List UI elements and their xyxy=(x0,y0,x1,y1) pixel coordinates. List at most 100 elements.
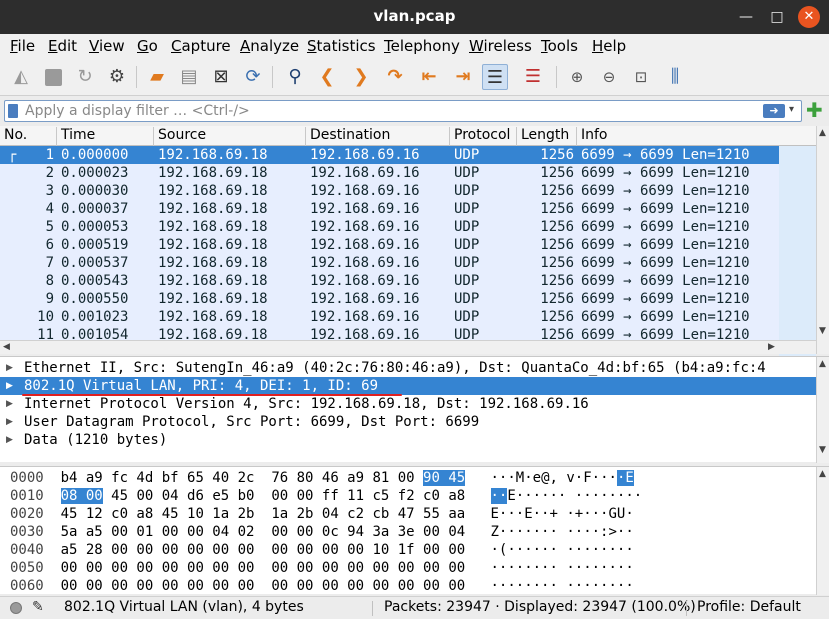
zoom-in-icon[interactable]: ⊕ xyxy=(564,64,590,90)
packet-row[interactable]: ┌ 1 0.000000 192.168.69.18 192.168.69.16 UDP 1… xyxy=(0,146,779,164)
chevron-down-icon[interactable]: ▾ xyxy=(789,104,794,115)
packet-cell-info: 6699 → 6699 Len=1210 xyxy=(581,183,750,199)
expand-icon[interactable]: ▶ xyxy=(6,359,13,377)
packet-row[interactable]: 2 0.000023 192.168.69.18 192.168.69.16 UDP 12… xyxy=(0,164,779,182)
expand-icon[interactable]: ▶ xyxy=(6,395,13,413)
menu-help[interactable]: Help xyxy=(592,37,626,55)
packet-cell-len: 1256 xyxy=(540,201,574,217)
packet-cell-no: 6 xyxy=(45,237,54,253)
maximize-button[interactable]: □ xyxy=(765,5,789,29)
details-scrollbar[interactable]: ▲ ▼ xyxy=(816,357,829,463)
open-file-icon[interactable]: ▰ xyxy=(144,64,170,90)
packet-cell-dst: 192.168.69.16 xyxy=(310,219,420,235)
menu-tools[interactable]: Tools xyxy=(541,37,578,55)
detail-row-udp[interactable]: ▶ User Datagram Protocol, Src Port: 6699… xyxy=(0,413,816,431)
detail-row-ethernet[interactable]: ▶ Ethernet II, Src: SutengIn_46:a9 (40:2… xyxy=(0,359,816,377)
detail-row-ip[interactable]: ▶ Internet Protocol Version 4, Src: 192.… xyxy=(0,395,816,413)
resize-columns-icon[interactable]: ⫼ xyxy=(662,64,688,90)
bytes-row[interactable]: 0050 00 00 00 00 00 00 00 00 00 00 00 00… xyxy=(10,559,634,577)
packet-row[interactable]: 8 0.000543 192.168.69.18 192.168.69.16 UDP 12… xyxy=(0,272,779,290)
packet-cell-src: 192.168.69.18 xyxy=(158,255,268,271)
menu-telephony[interactable]: Telephony xyxy=(384,37,460,55)
go-forward-icon[interactable]: ❯ xyxy=(348,64,374,90)
packet-cell-no: 8 xyxy=(45,273,54,289)
restart-capture-icon[interactable]: ↻ xyxy=(72,64,98,90)
close-button[interactable]: ✕ xyxy=(798,6,820,28)
packet-cell-dst: 192.168.69.16 xyxy=(310,147,420,163)
bytes-row[interactable]: 0040 a5 28 00 00 00 00 00 00 00 00 00 00… xyxy=(10,541,634,559)
arrow-right-icon[interactable]: ➜ xyxy=(763,104,785,118)
expert-info-icon[interactable] xyxy=(10,602,22,614)
menu-view[interactable]: View xyxy=(89,37,125,55)
column-header-source[interactable]: Source xyxy=(154,127,306,146)
normal-size-icon[interactable]: ⊡ xyxy=(628,64,654,90)
bytes-row[interactable]: 0060 00 00 00 00 00 00 00 00 00 00 00 00… xyxy=(10,577,634,595)
bytes-row[interactable]: 0030 5a a5 00 01 00 00 04 02 00 00 0c 94… xyxy=(10,523,634,541)
packet-cell-src: 192.168.69.18 xyxy=(158,165,268,181)
auto-scroll-icon[interactable]: ☰ xyxy=(482,64,508,90)
packet-cell-info: 6699 → 6699 Len=1210 xyxy=(581,165,750,181)
display-filter-input[interactable]: Apply a display filter … <Ctrl-/> ➜ ▾ xyxy=(4,100,802,122)
detail-row-data[interactable]: ▶ Data (1210 bytes) xyxy=(0,431,816,449)
window-title: vlan.pcap xyxy=(373,7,456,25)
menu-go[interactable]: Go xyxy=(137,37,158,55)
packet-cell-info: 6699 → 6699 Len=1210 xyxy=(581,255,750,271)
colorize-icon[interactable]: ☰ xyxy=(520,64,546,90)
packet-row[interactable]: 3 0.000030 192.168.69.18 192.168.69.16 UDP 12… xyxy=(0,182,779,200)
menu-capture[interactable]: Capture xyxy=(171,37,231,55)
go-last-packet-icon[interactable]: ⇥ xyxy=(450,64,476,90)
bytes-row[interactable]: 0020 45 12 c0 a8 45 10 1a 2b 1a 2b 04 c2… xyxy=(10,505,634,523)
detail-text: Internet Protocol Version 4, Src: 192.16… xyxy=(24,396,589,412)
go-first-packet-icon[interactable]: ⇤ xyxy=(416,64,442,90)
menu-wireless[interactable]: Wireless xyxy=(469,37,532,55)
bytes-row[interactable]: 0010 08 00 45 00 04 d6 e5 b0 00 00 ff 11… xyxy=(10,487,642,505)
column-header-info[interactable]: Info xyxy=(577,127,816,146)
bytes-scrollbar[interactable]: ▲ xyxy=(816,467,829,595)
packet-row[interactable]: 6 0.000519 192.168.69.18 192.168.69.16 UDP 12… xyxy=(0,236,779,254)
packet-list-scrollbar[interactable]: ▲ ▼ xyxy=(816,126,829,354)
packet-row[interactable]: 4 0.000037 192.168.69.18 192.168.69.16 UDP 12… xyxy=(0,200,779,218)
stop-capture-icon[interactable] xyxy=(40,64,66,90)
packet-cell-len: 1256 xyxy=(540,147,574,163)
bytes-row[interactable]: 0000 b4 a9 fc 4d bf 65 40 2c 76 80 46 a9… xyxy=(10,469,634,487)
expand-icon[interactable]: ▶ xyxy=(6,377,13,395)
packet-cell-time: 0.000537 xyxy=(61,255,129,271)
column-header-no[interactable]: No. xyxy=(0,127,57,146)
expand-icon[interactable]: ▶ xyxy=(6,413,13,431)
go-back-icon[interactable]: ❮ xyxy=(314,64,340,90)
expand-icon[interactable]: ▶ xyxy=(6,431,13,449)
packet-minimap[interactable] xyxy=(779,146,816,366)
detail-text: 802.1Q Virtual LAN, PRI: 4, DEI: 1, ID: … xyxy=(24,378,379,394)
column-header-length[interactable]: Length xyxy=(517,127,577,146)
plus-icon[interactable]: ✚ xyxy=(806,98,823,122)
detail-row-vlan[interactable]: ▶ 802.1Q Virtual LAN, PRI: 4, DEI: 1, ID… xyxy=(0,377,816,395)
minimize-button[interactable]: — xyxy=(734,5,758,29)
menu-edit[interactable]: Edit xyxy=(48,37,77,55)
menu-file[interactable]: File xyxy=(10,37,35,55)
packet-list-hscrollbar[interactable]: ◀ ▶ xyxy=(0,340,816,354)
column-header-time[interactable]: Time xyxy=(57,127,154,146)
menu-analyze[interactable]: Analyze xyxy=(240,37,299,55)
capture-options-icon[interactable]: ⚙ xyxy=(104,64,130,90)
close-file-icon[interactable]: ⊠ xyxy=(208,64,234,90)
status-profile[interactable]: Profile: Default xyxy=(697,599,801,615)
start-capture-icon[interactable]: ◭ xyxy=(8,64,34,90)
save-file-icon[interactable]: ▤ xyxy=(176,64,202,90)
packet-cell-time: 0.000550 xyxy=(61,291,129,307)
menu-statistics[interactable]: Statistics xyxy=(307,37,376,55)
reload-file-icon[interactable]: ⟳ xyxy=(240,64,266,90)
bookmark-icon[interactable] xyxy=(8,104,18,118)
zoom-out-icon[interactable]: ⊖ xyxy=(596,64,622,90)
packet-row[interactable]: 7 0.000537 192.168.69.18 192.168.69.16 UDP 12… xyxy=(0,254,779,272)
column-header-destination[interactable]: Destination xyxy=(306,127,450,146)
packet-row[interactable]: 10 0.001023 192.168.69.18 192.168.69.16 UDP 1… xyxy=(0,308,779,326)
column-header-protocol[interactable]: Protocol xyxy=(450,127,517,146)
menu-bar: File Edit View Go Capture Analyze Statis… xyxy=(0,34,829,58)
edit-comment-icon[interactable]: ✎ xyxy=(32,599,44,615)
packet-row[interactable]: 9 0.000550 192.168.69.18 192.168.69.16 UDP 12… xyxy=(0,290,779,308)
packet-row[interactable]: 5 0.000053 192.168.69.18 192.168.69.16 UDP 12… xyxy=(0,218,779,236)
packet-cell-proto: UDP xyxy=(454,309,480,325)
main-toolbar: ◭ ↻ ⚙ ▰ ▤ ⊠ ⟳ ⚲ ❮ ❯ ↷ ⇤ ⇥ ☰ ☰ ⊕ ⊖ ⊡ ⫼ xyxy=(0,58,829,96)
go-to-packet-icon[interactable]: ↷ xyxy=(382,64,408,90)
find-packet-icon[interactable]: ⚲ xyxy=(282,64,308,90)
